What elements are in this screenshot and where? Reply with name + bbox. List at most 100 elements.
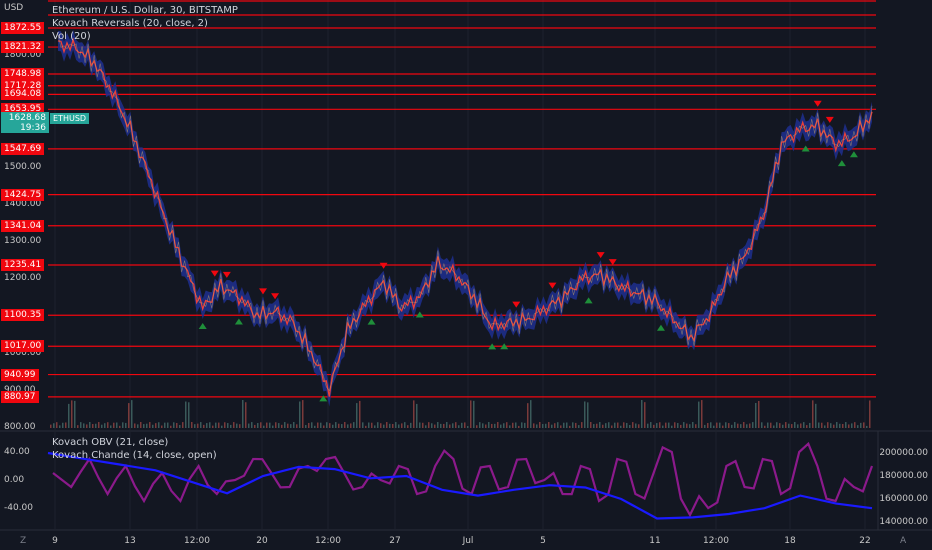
volume-bar — [161, 425, 163, 428]
volume-bar — [719, 422, 721, 428]
volume-bar — [122, 422, 124, 428]
volume-bar — [182, 422, 184, 428]
volume-bar — [869, 400, 871, 428]
volume-bar — [140, 422, 142, 428]
buy-marker — [656, 324, 665, 331]
volume-bar — [509, 425, 511, 428]
reversals-legend[interactable]: Kovach Reversals (20, close, 2) — [52, 18, 208, 30]
volume-bar — [371, 422, 373, 428]
volume-bar — [518, 425, 520, 428]
volume-bar — [557, 422, 559, 428]
volume-bar — [74, 400, 76, 428]
volume-bar — [341, 424, 343, 428]
volume-bar — [515, 422, 517, 428]
volume-bar — [668, 422, 670, 428]
price-line — [57, 37, 873, 397]
volume-bar — [299, 401, 301, 428]
buy-marker — [415, 311, 424, 318]
volume-bar — [863, 422, 865, 428]
volume-bar — [686, 423, 688, 428]
sell-marker — [813, 100, 822, 107]
volume-bar — [758, 400, 760, 428]
volume-bar — [275, 422, 277, 428]
level-label: 1748.98 — [1, 67, 45, 80]
obv-legend[interactable]: Kovach OBV (21, close) — [52, 437, 168, 449]
volume-bar — [293, 422, 295, 428]
symbol-title[interactable]: Ethereum / U.S. Dollar, 30, BITSTAMP — [52, 5, 238, 17]
volume-bar — [65, 422, 67, 428]
volume-bar — [335, 422, 337, 428]
volume-legend[interactable]: Vol (20) — [52, 31, 91, 43]
volume-bar — [776, 422, 778, 428]
volume-bar — [506, 422, 508, 428]
volume-bar — [743, 422, 745, 428]
volume-bar — [566, 422, 568, 428]
volume-bar — [209, 422, 211, 428]
time-tick-label: 11 — [649, 536, 661, 546]
volume-bar — [428, 422, 430, 428]
volume-bar — [437, 422, 439, 428]
volume-bar — [155, 423, 157, 428]
volume-bar — [767, 422, 769, 428]
chart-canvas[interactable] — [0, 0, 932, 550]
volume-bar — [425, 425, 427, 428]
volume-bar — [830, 423, 832, 428]
volume-bar — [677, 423, 679, 428]
volume-bar — [485, 424, 487, 428]
volume-bar — [800, 423, 802, 428]
volume-bar — [89, 422, 91, 428]
obv-tick-label: 180000.00 — [879, 471, 928, 481]
time-tick-label: 27 — [389, 536, 401, 546]
volume-bar — [572, 422, 574, 428]
volume-bar — [458, 425, 460, 428]
time-tick-label: 22 — [859, 536, 871, 546]
volume-bar — [137, 424, 139, 428]
volume-bar — [314, 425, 316, 428]
auto-scale-icon[interactable]: A — [900, 536, 906, 546]
volume-bar — [284, 422, 286, 428]
volume-bar — [545, 423, 547, 428]
volume-bar — [146, 423, 148, 428]
volume-bar — [728, 423, 730, 428]
volume-bar — [104, 423, 106, 428]
price-tick-label: 1300.00 — [4, 236, 42, 246]
volume-bar — [500, 424, 502, 428]
volume-bar — [200, 422, 202, 428]
volume-bar — [638, 424, 640, 428]
volume-bar — [260, 422, 262, 428]
volume-bar — [320, 422, 322, 428]
volume-bar — [554, 423, 556, 428]
sell-marker — [259, 288, 268, 295]
volume-bar — [653, 424, 655, 428]
volume-bar — [647, 423, 649, 428]
volume-bar — [158, 422, 160, 428]
volume-bar — [332, 424, 334, 428]
volume-bar — [857, 425, 859, 428]
volume-bar — [785, 422, 787, 428]
volume-bar — [491, 423, 493, 428]
volume-bar — [527, 403, 529, 428]
volume-bar — [821, 422, 823, 428]
volume-bar — [818, 422, 820, 428]
volume-bar — [551, 424, 553, 428]
currency-label: USD — [4, 3, 24, 13]
buy-marker — [234, 318, 243, 325]
volume-bar — [602, 424, 604, 428]
volume-bar — [575, 422, 577, 428]
volume-bar — [839, 423, 841, 428]
volume-bar — [419, 422, 421, 428]
zoom-toggle-icon[interactable]: Z — [20, 536, 26, 546]
volume-bar — [323, 425, 325, 428]
volume-bar — [236, 423, 238, 428]
volume-bar — [257, 423, 259, 428]
volume-bar — [503, 423, 505, 428]
volume-bar — [833, 424, 835, 428]
volume-bar — [215, 422, 217, 428]
volume-bar — [656, 423, 658, 428]
volume-bar — [611, 425, 613, 428]
volume-bar — [722, 425, 724, 428]
chande-legend[interactable]: Kovach Chande (14, close, open) — [52, 450, 217, 462]
bar-countdown: 19:36 — [20, 123, 46, 133]
volume-bar — [449, 424, 451, 428]
level-label: 1424.75 — [1, 188, 45, 201]
